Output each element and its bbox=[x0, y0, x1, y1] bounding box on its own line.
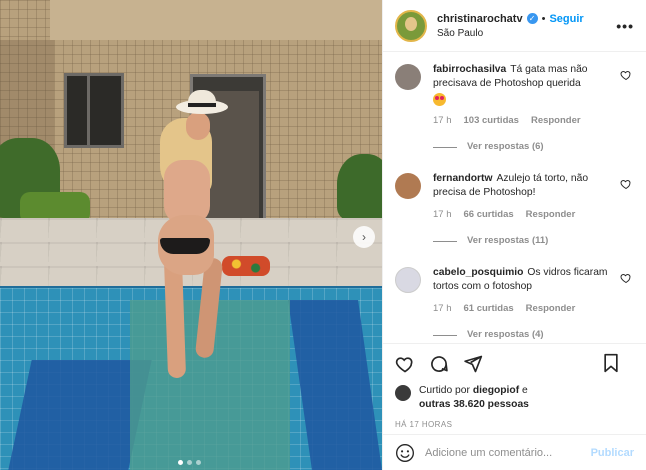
carousel-next-button[interactable]: › bbox=[353, 226, 375, 248]
comment-item: cabelo_posquimio Os vidros ficaram tortos… bbox=[395, 266, 634, 342]
comment-bubble-icon[interactable] bbox=[429, 354, 449, 374]
likes-summary: Curtido por diegopiof e outras 38.620 pe… bbox=[395, 384, 634, 412]
reply-button[interactable]: Responder bbox=[531, 114, 581, 128]
more-options-icon[interactable]: ••• bbox=[616, 18, 634, 34]
photo-bush-right bbox=[337, 154, 382, 220]
comment-username[interactable]: fernandortw bbox=[433, 173, 493, 184]
comments-list: fabirrochasilva Tá gata mas não precisava… bbox=[383, 53, 646, 343]
post-location[interactable]: São Paulo bbox=[437, 28, 584, 39]
share-paper-plane-icon[interactable] bbox=[463, 354, 483, 374]
comment-avatar[interactable] bbox=[395, 64, 421, 90]
bookmark-icon[interactable] bbox=[602, 353, 620, 373]
post-side-panel: christinarochatv ✓ • Seguir São Paulo ••… bbox=[382, 0, 646, 470]
comment-time[interactable]: 17 h bbox=[433, 302, 452, 316]
comment-time[interactable]: 17 h bbox=[433, 114, 452, 128]
comment-username[interactable]: fabirrochasilva bbox=[433, 64, 506, 75]
publish-button[interactable]: Publicar bbox=[591, 447, 634, 459]
reply-button[interactable]: Responder bbox=[526, 302, 576, 316]
liked-by-username[interactable]: diegopiof bbox=[473, 385, 519, 396]
verified-badge-icon: ✓ bbox=[526, 13, 538, 24]
heart-eyes-emoji-icon bbox=[433, 93, 446, 106]
photo-towel bbox=[222, 256, 270, 276]
post-timestamp[interactable]: HÁ 17 HORAS bbox=[395, 420, 634, 429]
comment-item: fabirrochasilva Tá gata mas não precisava… bbox=[395, 63, 634, 154]
separator-dot: • bbox=[541, 12, 546, 25]
like-heart-icon[interactable] bbox=[395, 354, 415, 374]
liked-by-avatar[interactable] bbox=[395, 385, 411, 401]
author-username[interactable]: christinarochatv bbox=[437, 13, 523, 25]
carousel-dot bbox=[178, 460, 183, 465]
comment-likes[interactable]: 61 curtidas bbox=[464, 302, 514, 316]
view-replies-button[interactable]: Ver respostas (11) bbox=[433, 234, 608, 248]
author-avatar[interactable] bbox=[395, 9, 427, 42]
add-comment-bar: Publicar bbox=[383, 434, 646, 470]
carousel-dots bbox=[178, 460, 201, 465]
follow-button[interactable]: Seguir bbox=[549, 13, 583, 25]
comment-username[interactable]: cabelo_posquimio bbox=[433, 267, 523, 278]
comment-avatar[interactable] bbox=[395, 267, 421, 294]
chevron-right-icon: › bbox=[362, 230, 366, 244]
comment-time[interactable]: 17 h bbox=[433, 208, 452, 222]
comment-input[interactable] bbox=[425, 446, 591, 459]
carousel-dot bbox=[187, 460, 192, 465]
liked-by-others-link[interactable]: outras 38.620 pessoas bbox=[419, 399, 529, 410]
view-replies-button[interactable]: Ver respostas (6) bbox=[433, 140, 608, 154]
comment-like-heart-icon[interactable] bbox=[620, 178, 632, 190]
emoji-smiley-icon[interactable] bbox=[395, 443, 415, 463]
instagram-post: › christinarochatv ✓ • Seguir São Paulo … bbox=[0, 0, 646, 470]
comment-like-heart-icon[interactable] bbox=[620, 69, 632, 81]
reply-button[interactable]: Responder bbox=[526, 208, 576, 222]
photo-window-left bbox=[64, 73, 124, 148]
comment-likes[interactable]: 66 curtidas bbox=[464, 208, 514, 222]
comment-like-heart-icon[interactable] bbox=[620, 272, 632, 284]
view-replies-button[interactable]: Ver respostas (4) bbox=[433, 328, 608, 342]
comment-item: fernandortw Azulejo tá torto, não precisa… bbox=[395, 172, 634, 248]
comment-avatar[interactable] bbox=[395, 173, 421, 200]
post-actions: Curtido por diegopiof e outras 38.620 pe… bbox=[383, 343, 646, 429]
carousel-dot bbox=[196, 460, 201, 465]
comment-likes[interactable]: 103 curtidas bbox=[464, 114, 519, 128]
post-photo[interactable]: › bbox=[0, 0, 382, 470]
post-header: christinarochatv ✓ • Seguir São Paulo ••… bbox=[383, 0, 646, 52]
